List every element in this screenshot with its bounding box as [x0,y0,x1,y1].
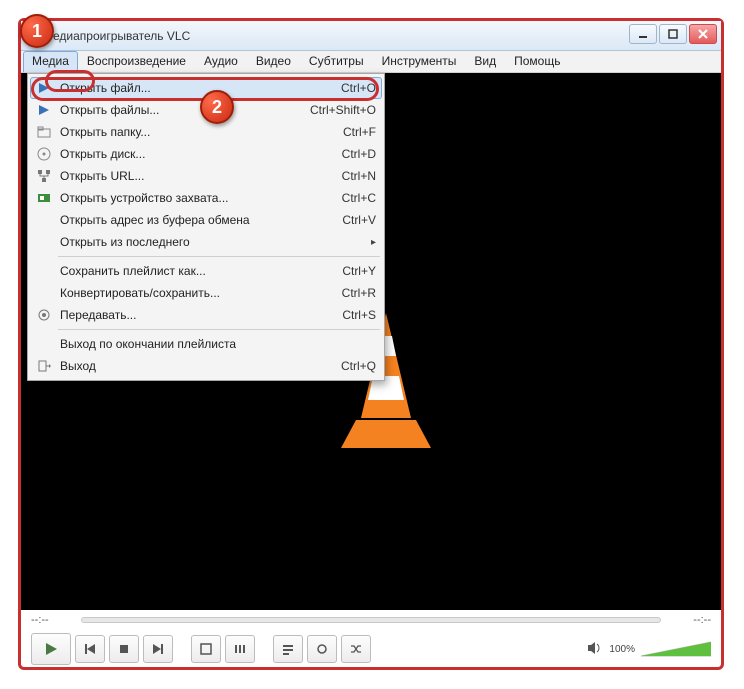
disc-icon [34,146,54,162]
callout-badge-2: 2 [200,90,234,124]
network-icon [34,168,54,184]
menuitem-open-capture[interactable]: Открыть устройство захвата... Ctrl+C [30,187,382,209]
callout-badge-1: 1 [20,14,54,48]
speaker-icon[interactable] [587,641,603,658]
seek-slider[interactable] [81,617,661,623]
stop-button[interactable] [109,635,139,663]
play-file-icon [34,80,54,96]
menuitem-save-playlist[interactable]: Сохранить плейлист как... Ctrl+Y [30,260,382,282]
menuitem-quit-after-playlist[interactable]: Выход по окончании плейлиста [30,333,382,355]
menuitem-exit[interactable]: Выход Ctrl+Q [30,355,382,377]
stream-icon [34,307,54,323]
annotated-frame: едиапроигрыватель VLC Медиа Воспроизведе… [18,18,724,670]
menu-media[interactable]: Медиа [23,51,78,72]
play-multi-icon [34,102,54,118]
menu-help[interactable]: Помощь [505,51,569,72]
recent-icon [34,234,54,250]
convert-icon [34,285,54,301]
fullscreen-button[interactable] [191,635,221,663]
menu-subtitle[interactable]: Субтитры [300,51,373,72]
menu-separator [58,329,380,330]
exit-icon [34,358,54,374]
submenu-arrow-icon: ▸ [371,237,376,248]
ext-settings-button[interactable] [225,635,255,663]
menu-playback[interactable]: Воспроизведение [78,51,195,72]
play-button[interactable] [31,633,71,665]
save-icon [34,263,54,279]
menuitem-open-url[interactable]: Открыть URL... Ctrl+N [30,165,382,187]
prev-button[interactable] [75,635,105,663]
menuitem-stream[interactable]: Передавать... Ctrl+S [30,304,382,326]
playlist-button[interactable] [273,635,303,663]
quit-end-icon [34,336,54,352]
close-button[interactable] [689,24,717,44]
loop-button[interactable] [307,635,337,663]
menuitem-convert[interactable]: Конвертировать/сохранить... Ctrl+R [30,282,382,304]
capture-icon [34,190,54,206]
minimize-button[interactable] [629,24,657,44]
menu-audio[interactable]: Аудио [195,51,247,72]
menubar: Медиа Воспроизведение Аудио Видео Субтит… [21,51,721,73]
menuitem-open-recent[interactable]: Открыть из последнего ▸ [30,231,382,253]
seekbar-row: --:-- --:-- [21,610,721,630]
next-button[interactable] [143,635,173,663]
folder-icon [34,124,54,140]
menuitem-open-clipboard[interactable]: Открыть адрес из буфера обмена Ctrl+V [30,209,382,231]
time-total: --:-- [669,614,711,626]
menu-separator [58,256,380,257]
menuitem-open-folder[interactable]: Открыть папку... Ctrl+F [30,121,382,143]
volume-slider[interactable] [641,640,711,658]
menu-tools[interactable]: Инструменты [373,51,466,72]
window-title: едиапроигрыватель VLC [53,29,190,43]
menu-view[interactable]: Вид [465,51,505,72]
clipboard-icon [34,212,54,228]
menu-video[interactable]: Видео [247,51,300,72]
menuitem-open-disc[interactable]: Открыть диск... Ctrl+D [30,143,382,165]
random-button[interactable] [341,635,371,663]
playback-controls: 100% [21,630,721,668]
maximize-button[interactable] [659,24,687,44]
time-elapsed: --:-- [31,614,73,626]
volume-label: 100% [609,644,635,655]
window-titlebar[interactable]: едиапроигрыватель VLC [21,21,721,51]
